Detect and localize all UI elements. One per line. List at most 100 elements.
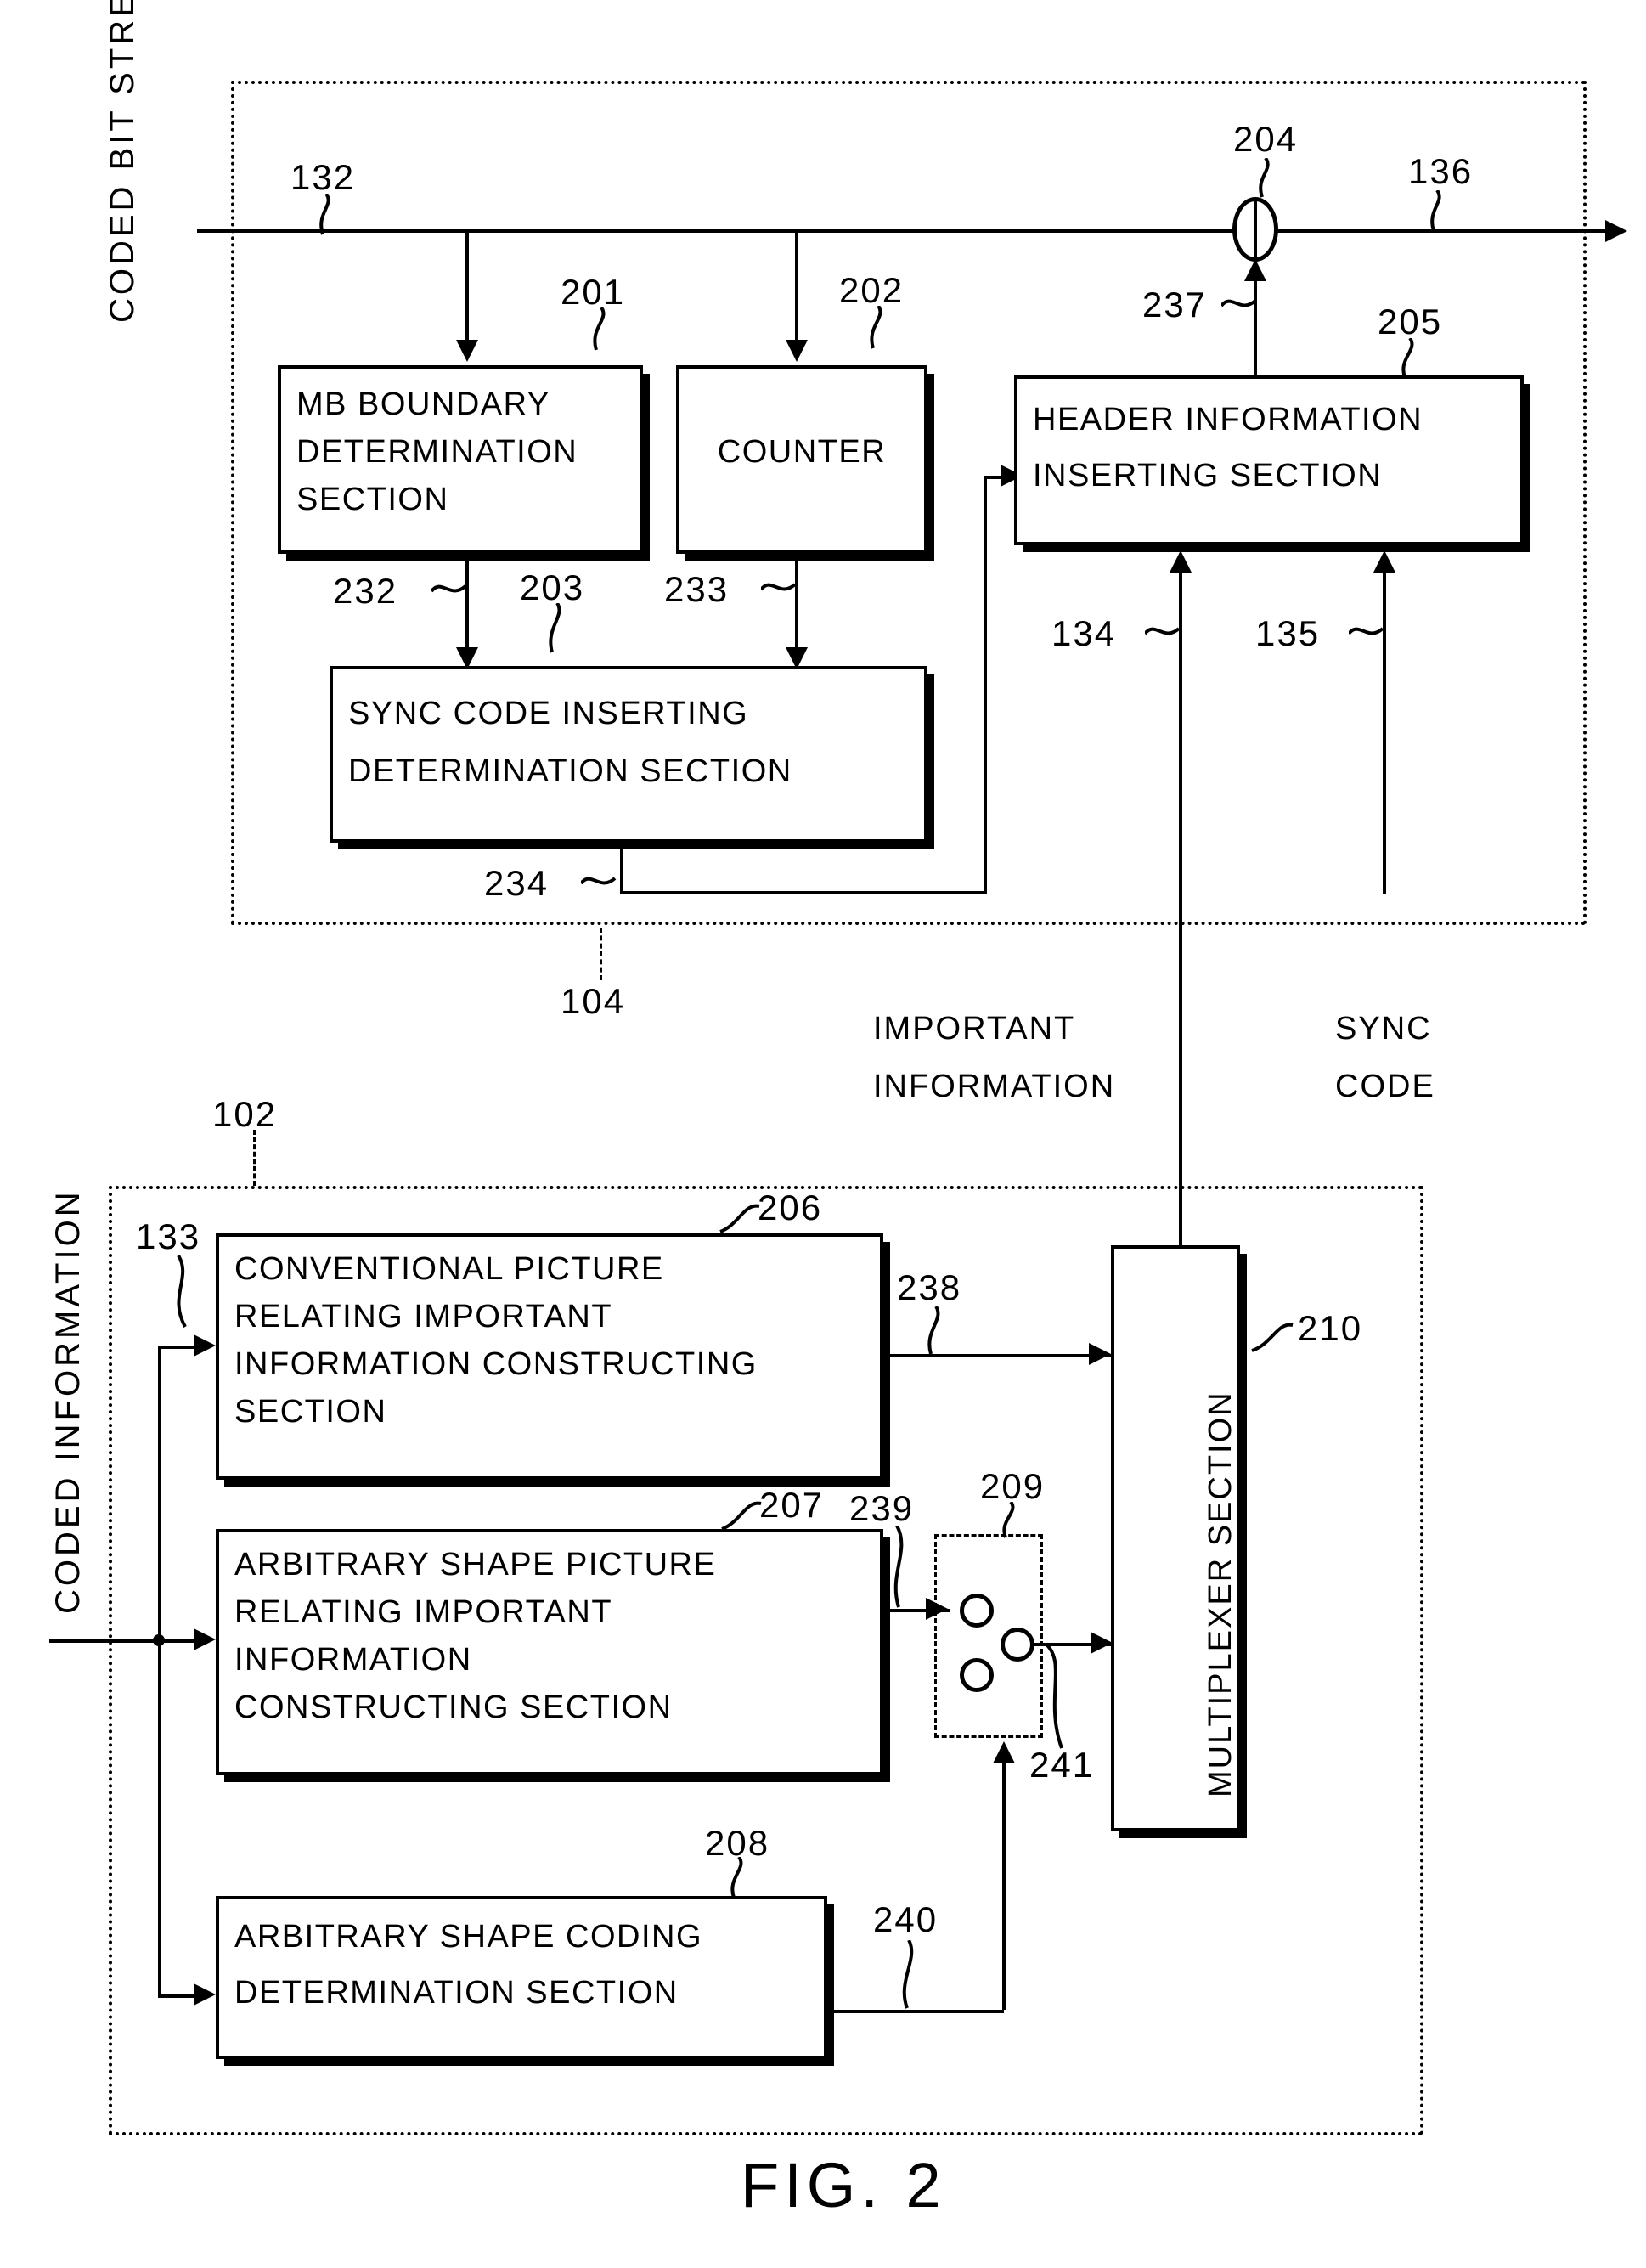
signal-234-up — [984, 476, 987, 894]
block-arbitrary-picture-line-3: INFORMATION — [234, 1642, 472, 1678]
block-multiplexer-label: MULTIPLEXER SECTION — [1203, 1391, 1238, 1797]
signal-135-arrowhead — [1373, 550, 1395, 573]
signal-134-arrowhead — [1170, 550, 1192, 573]
block-mb-boundary-line-2: DETERMINATION — [296, 434, 578, 470]
coded-information-input-line — [49, 1639, 158, 1643]
bus-branch-to-arbitrary-picture — [158, 1639, 197, 1643]
signal-241-line — [1002, 1763, 1006, 2010]
block-header-line-1: HEADER INFORMATION — [1033, 402, 1423, 437]
block-sync-code-line-1: SYNC CODE INSERTING — [348, 696, 749, 731]
block-counter[interactable]: COUNTER — [676, 365, 927, 554]
lead-208 — [730, 1857, 743, 1898]
bus-branch-to-arbitrary-coding-arrow — [194, 1983, 216, 2006]
block-arbitrary-picture-line-1: ARBITRARY SHAPE PICTURE — [234, 1547, 717, 1583]
ref-240: 240 — [873, 1899, 939, 1939]
bus-branch-to-conventional-arrow — [194, 1334, 216, 1357]
label-coded-bit-stream: CODED BIT STREAM — [104, 0, 141, 323]
header-output-to-adder — [1254, 280, 1257, 377]
label-coded-information: CODED INFORMATION — [49, 1188, 87, 1614]
lead-232 — [431, 584, 467, 593]
ref-202: 202 — [839, 270, 905, 310]
ref-133: 133 — [136, 1216, 201, 1256]
annotation-sync-code-line-1: SYNC — [1335, 1011, 1432, 1047]
adder-vertical-bar — [1254, 201, 1257, 257]
block-conventional-picture-relating[interactable]: CONVENTIONAL PICTURE RELATING IMPORTANT … — [216, 1233, 883, 1480]
lead-241 — [1045, 1643, 1063, 1749]
signal-241-arrowhead — [993, 1741, 1015, 1763]
ref-237: 237 — [1142, 285, 1208, 324]
switch-contact-upper[interactable] — [960, 1594, 994, 1628]
signal-234-down — [620, 843, 623, 894]
block-arbitrary-shape-picture-relating[interactable]: ARBITRARY SHAPE PICTURE RELATING IMPORTA… — [216, 1529, 883, 1775]
arrow-to-counter — [786, 340, 808, 362]
signal-234-across — [620, 891, 987, 894]
signal-134-line — [1179, 571, 1182, 1201]
ref-102: 102 — [212, 1094, 278, 1134]
block-header-line-2: INSERTING SECTION — [1033, 458, 1383, 494]
block-arbitrary-picture-line-2: RELATING IMPORTANT — [234, 1594, 613, 1630]
lead-234 — [581, 877, 617, 885]
lead-133 — [177, 1255, 187, 1328]
ref-136: 136 — [1408, 151, 1474, 191]
block-conventional-line-3: INFORMATION CONSTRUCTING — [234, 1346, 758, 1382]
lead-240 — [902, 1940, 914, 2009]
ref-132: 132 — [290, 157, 356, 197]
ref-239: 239 — [849, 1488, 915, 1528]
annotation-important-information-line-1: IMPORTANT — [873, 1011, 1076, 1047]
lead-132 — [319, 194, 330, 235]
block-header-information-inserting[interactable]: HEADER INFORMATION INSERTING SECTION — [1014, 375, 1524, 545]
ref-205: 205 — [1378, 302, 1443, 341]
lead-203 — [549, 603, 561, 653]
block-conventional-line-1: CONVENTIONAL PICTURE — [234, 1251, 664, 1287]
signal-237-arrowhead — [1244, 259, 1266, 281]
lead-201 — [593, 307, 606, 351]
block-arbitrary-picture-line-4: CONSTRUCTING SECTION — [234, 1690, 673, 1725]
ref-232: 232 — [333, 571, 398, 611]
adder-symbol — [1232, 197, 1278, 262]
annotation-sync-code-line-2: CODE — [1335, 1069, 1435, 1104]
ref-234: 234 — [484, 863, 550, 903]
ref-209: 209 — [980, 1466, 1046, 1506]
ref-207: 207 — [759, 1485, 825, 1525]
lead-239 — [893, 1526, 904, 1608]
branch-to-mb-boundary — [465, 229, 469, 344]
switch-contact-pole[interactable] — [1001, 1628, 1034, 1662]
switch-contact-lower[interactable] — [960, 1658, 994, 1692]
ref-201: 201 — [561, 272, 626, 312]
block-mb-boundary-determination[interactable]: MB BOUNDARY DETERMINATION SECTION — [278, 365, 643, 554]
bitstream-arrowhead — [1605, 220, 1627, 242]
bus-branch-to-arbitrary-coding — [158, 1994, 197, 1998]
ref-206: 206 — [758, 1188, 823, 1227]
ref-204: 204 — [1233, 119, 1299, 159]
ref-104: 104 — [561, 981, 626, 1021]
lead-206 — [719, 1204, 760, 1233]
block-sync-code-line-2: DETERMINATION SECTION — [348, 753, 792, 789]
block-arbitrary-coding-line-2: DETERMINATION SECTION — [234, 1975, 679, 2011]
coded-information-bus — [158, 1346, 161, 1998]
signal-238-line — [883, 1354, 1111, 1357]
figure-canvas: CODED BIT STREAM CODED INFORMATION 104 1… — [0, 0, 1646, 2268]
branch-to-counter — [795, 229, 798, 344]
bitstream-line — [197, 229, 1607, 233]
ref-233: 233 — [664, 569, 730, 609]
arrow-to-mb-boundary — [456, 340, 478, 362]
block-conventional-line-4: SECTION — [234, 1394, 387, 1430]
block-sync-code-inserting-determination[interactable]: SYNC CODE INSERTING DETERMINATION SECTIO… — [330, 666, 927, 843]
ref-135: 135 — [1255, 613, 1321, 653]
block-mb-boundary-line-1: MB BOUNDARY — [296, 386, 550, 422]
lead-238 — [927, 1306, 940, 1355]
block-arbitrary-shape-coding-determination[interactable]: ARBITRARY SHAPE CODING DETERMINATION SEC… — [216, 1896, 827, 2059]
ref-210: 210 — [1298, 1308, 1363, 1348]
block-multiplexer-section[interactable]: MULTIPLEXER SECTION — [1111, 1245, 1240, 1831]
lead-104 — [600, 928, 602, 980]
block-arbitrary-coding-line-1: ARBITRARY SHAPE CODING — [234, 1919, 703, 1955]
lead-209 — [1002, 1502, 1015, 1538]
ref-203: 203 — [520, 567, 585, 607]
lead-134 — [1145, 627, 1181, 635]
lead-210 — [1251, 1323, 1294, 1352]
block-mb-boundary-line-3: SECTION — [296, 482, 449, 517]
annotation-important-information-line-2: INFORMATION — [873, 1069, 1116, 1104]
bus-branch-to-conventional — [158, 1346, 197, 1349]
signal-240-line — [827, 2010, 1004, 2013]
multiplexer-output-line — [1179, 1201, 1182, 1249]
